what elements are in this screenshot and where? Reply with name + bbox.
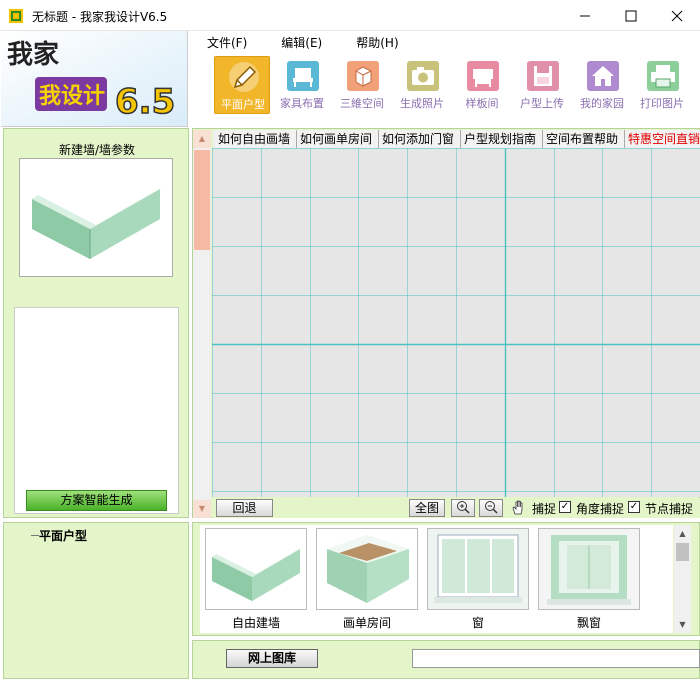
tool-label: 样板间 xyxy=(465,97,499,110)
tab-plan-guide[interactable]: 户型规划指南 xyxy=(461,130,543,148)
zoom-out-icon xyxy=(485,501,498,514)
scroll-up-icon[interactable]: ▲ xyxy=(674,525,691,542)
grid-canvas[interactable] xyxy=(212,148,700,497)
tool-floor-plan[interactable]: 平面户型 xyxy=(214,56,270,114)
window-title: 无标题 - 我家我设计V6.5 xyxy=(32,10,168,24)
wall-properties-box xyxy=(14,307,179,514)
scroll-thumb[interactable] xyxy=(194,150,210,250)
close-icon xyxy=(671,10,683,21)
menu-help[interactable]: 帮助(H) xyxy=(354,32,400,52)
pencil-icon xyxy=(229,62,259,92)
camera-icon xyxy=(407,61,439,91)
fit-all-button[interactable]: 全图 xyxy=(409,499,445,517)
pan-hand-button[interactable] xyxy=(507,499,531,517)
status-field[interactable] xyxy=(412,649,700,668)
tool-label: 平面户型 xyxy=(221,98,265,111)
library-item-label: 窗 xyxy=(471,616,484,630)
logo-graphic: 我家 我设计 6.5 xyxy=(1,31,187,126)
maximize-icon xyxy=(625,10,637,21)
maximize-button[interactable] xyxy=(608,0,654,31)
node-snap-checkbox[interactable]: ✓ xyxy=(628,501,640,513)
tool-label: 我的家园 xyxy=(580,97,624,110)
showroom-icon xyxy=(467,61,499,91)
wall-params-title: 新建墙/墙参数 xyxy=(58,143,136,157)
wall-properties-panel: 新建墙/墙参数 方案智能生成 xyxy=(3,128,189,518)
zoom-in-button[interactable] xyxy=(451,499,475,517)
bay-window-icon xyxy=(538,528,640,610)
hand-icon xyxy=(512,500,523,515)
node-snap-label: 节点捕捉 xyxy=(645,502,694,516)
house-icon xyxy=(587,61,619,91)
tree-root-floor-plan[interactable]: 平面户型 xyxy=(39,527,87,544)
angle-snap-checkbox[interactable]: ✓ xyxy=(559,501,571,513)
library-item-label: 画单房间 xyxy=(342,616,391,630)
minimize-icon xyxy=(580,15,590,16)
tool-label: 家具布置 xyxy=(280,97,324,110)
library-item-label: 自由建墙 xyxy=(231,616,280,630)
angle-snap-label: 角度捕捉 xyxy=(576,502,625,516)
chair-icon xyxy=(287,61,319,91)
svg-text:我设计: 我设计 xyxy=(39,83,105,109)
tab-special-offer[interactable]: 特惠空间直销 xyxy=(625,130,700,148)
window-icon xyxy=(427,528,529,610)
tool-label: 生成照片 xyxy=(400,97,444,110)
drawing-canvas[interactable] xyxy=(212,148,700,497)
scroll-thumb[interactable] xyxy=(676,543,689,561)
menu-edit[interactable]: 编辑(E) xyxy=(279,32,324,52)
vertical-scrollbar[interactable]: ▲ ▼ xyxy=(193,130,211,518)
menu-file[interactable]: 文件(F) xyxy=(205,32,249,52)
snap-label: 捕捉 xyxy=(532,502,557,516)
tool-label: 三維空间 xyxy=(340,97,384,110)
tool-showroom[interactable]: 样板间 xyxy=(454,56,510,114)
smart-generate-button[interactable]: 方案智能生成 xyxy=(26,490,167,511)
library-item-free-wall[interactable]: 自由建墙 xyxy=(205,528,307,630)
scroll-down-icon[interactable]: ▼ xyxy=(193,500,211,518)
tool-my-home[interactable]: 我的家园 xyxy=(574,56,630,114)
wall-preview xyxy=(19,158,173,277)
scroll-down-icon[interactable]: ▼ xyxy=(674,616,691,633)
app-logo: 我家 我设计 6.5 xyxy=(1,31,188,127)
tree-connector xyxy=(31,535,39,536)
library-item-bay-window[interactable]: 飘窗 xyxy=(538,528,640,630)
library-item-window[interactable]: 窗 xyxy=(427,528,529,630)
online-library-button[interactable]: 网上图库 xyxy=(226,649,318,668)
tool-print[interactable]: 打印图片 xyxy=(634,56,690,114)
zoom-out-button[interactable] xyxy=(479,499,503,517)
scroll-up-icon[interactable]: ▲ xyxy=(193,130,211,148)
canvas-toolbar: 回退 全图 捕捉 ✓ 角度捕捉 ✓ 节点捕捉 xyxy=(212,498,700,518)
menu-bar: 文件(F) 编辑(E) 帮助(H) xyxy=(205,32,401,52)
undo-button[interactable]: 回退 xyxy=(216,499,273,517)
cube-icon xyxy=(347,61,379,91)
library-scrollbar[interactable]: ▲ ▼ xyxy=(674,525,691,633)
minimize-button[interactable] xyxy=(562,0,608,31)
plan-tree-panel: 平面户型 xyxy=(3,522,189,679)
tool-3d-space[interactable]: 三維空间 xyxy=(334,56,390,114)
svg-text:6.5: 6.5 xyxy=(115,82,175,122)
tool-generate-photo[interactable]: 生成照片 xyxy=(394,56,450,114)
tool-upload-plan[interactable]: 户型上传 xyxy=(514,56,570,114)
tool-furniture[interactable]: 家具布置 xyxy=(274,56,330,114)
close-button[interactable] xyxy=(654,0,700,31)
tool-label: 户型上传 xyxy=(520,97,564,110)
library-item-label: 飘窗 xyxy=(576,616,601,630)
tab-free-wall[interactable]: 如何自由画墙 xyxy=(215,130,297,148)
help-tabs: 如何自由画墙 如何画单房间 如何添加门窗 户型规划指南 空间布置帮助 特惠空间直… xyxy=(213,130,700,148)
free-wall-icon xyxy=(205,528,307,610)
tab-layout-help[interactable]: 空间布置帮助 xyxy=(543,130,625,148)
zoom-in-icon xyxy=(457,501,470,514)
wall-preview-image xyxy=(32,185,166,259)
app-icon xyxy=(9,9,23,23)
tool-label: 打印图片 xyxy=(640,97,684,110)
svg-text:我家: 我家 xyxy=(7,39,59,70)
main-toolbar: 平面户型 家具布置 三維空间 生成照片 样板间 户型上传 我的家园 打印图片 xyxy=(212,56,700,116)
single-room-icon xyxy=(316,528,418,610)
tab-add-door-window[interactable]: 如何添加门窗 xyxy=(379,130,461,148)
printer-icon xyxy=(647,61,679,91)
floppy-icon xyxy=(527,61,559,91)
library-item-single-room[interactable]: 画单房间 xyxy=(316,528,418,630)
tab-single-room[interactable]: 如何画单房间 xyxy=(297,130,379,148)
title-bar: 无标题 - 我家我设计V6.5 xyxy=(0,0,700,31)
